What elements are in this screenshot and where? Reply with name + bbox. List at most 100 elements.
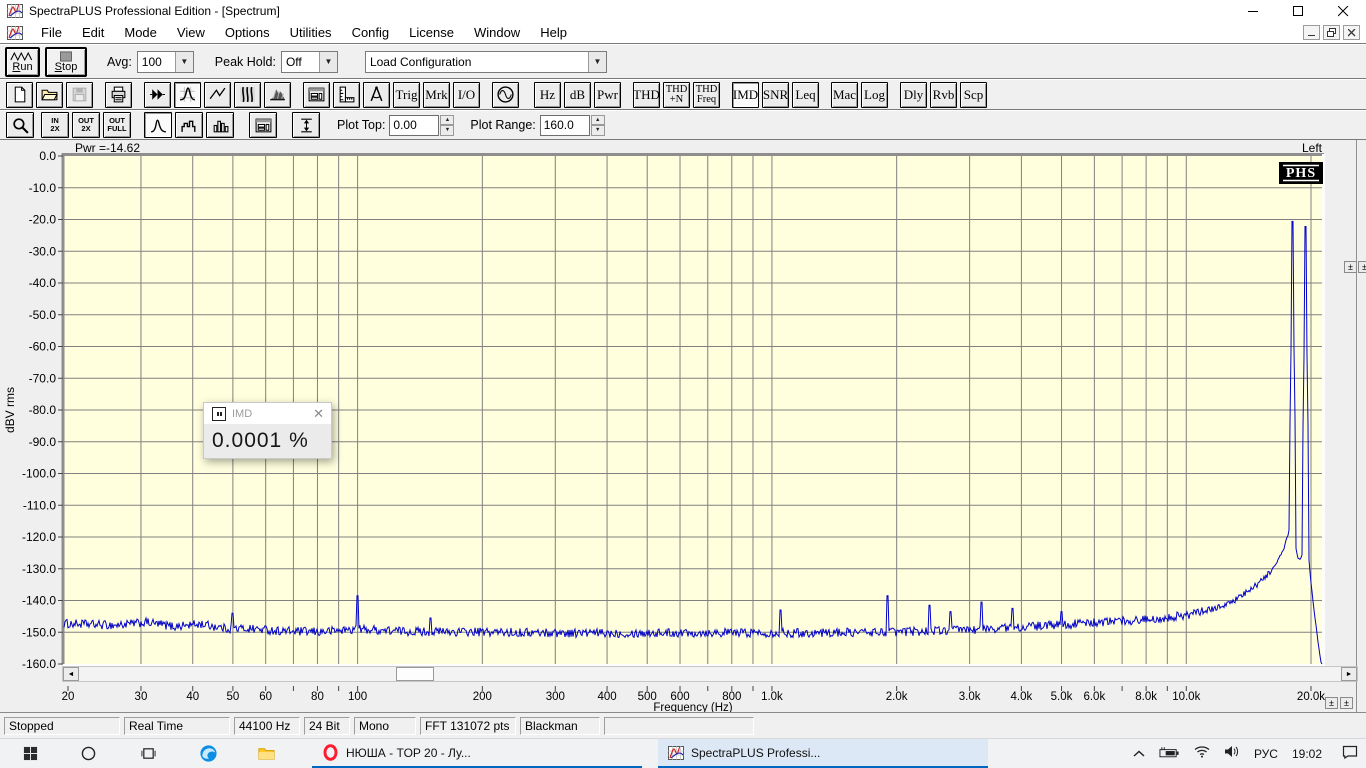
menu-item[interactable]: Mode bbox=[114, 23, 167, 42]
opera-icon bbox=[323, 744, 338, 761]
fast-forward-icon bbox=[150, 89, 165, 100]
avg-dropdown[interactable]: 100 ▼ bbox=[136, 50, 194, 73]
bar-plot-button[interactable] bbox=[206, 112, 234, 138]
zoom-plus-button[interactable]: ± bbox=[1325, 697, 1338, 709]
button-label: Mac bbox=[832, 86, 857, 102]
thd-freq-button[interactable]: THD Freq bbox=[693, 81, 720, 108]
speaker-icon[interactable] bbox=[1224, 745, 1240, 763]
stop-button[interactable]: Stop bbox=[45, 46, 87, 77]
action-center-icon[interactable] bbox=[1342, 745, 1358, 764]
display-options-button[interactable] bbox=[303, 81, 330, 108]
zoom-out-full-button[interactable]: OUT FULL bbox=[103, 112, 131, 138]
reverb-button[interactable]: Rvb bbox=[930, 81, 957, 108]
chevron-down-icon[interactable]: ▼ bbox=[174, 51, 193, 72]
splitter-plus-button[interactable]: ± bbox=[1358, 261, 1366, 273]
wifi-icon[interactable] bbox=[1194, 745, 1210, 763]
time-series-view-button[interactable] bbox=[204, 81, 231, 108]
leq-button[interactable]: Leq bbox=[792, 81, 819, 108]
load-configuration-dropdown[interactable]: Load Configuration ▼ bbox=[364, 50, 607, 73]
frequency-scrollbar[interactable]: ◄ ► bbox=[62, 666, 1358, 682]
thd-button[interactable]: THD bbox=[633, 81, 660, 108]
plot-top-input[interactable] bbox=[389, 114, 440, 136]
plot-range-input[interactable] bbox=[539, 114, 590, 136]
open-file-button[interactable] bbox=[36, 81, 63, 108]
minimize-button[interactable] bbox=[1231, 0, 1276, 22]
scope-button[interactable]: Scp bbox=[960, 81, 987, 108]
mdi-minimize-button[interactable] bbox=[1303, 25, 1320, 40]
mdi-window-controls bbox=[1303, 25, 1360, 40]
close-button[interactable] bbox=[1321, 0, 1366, 22]
taskbar-button-spectraplus[interactable]: SpectraPLUS Professi... bbox=[658, 739, 988, 768]
avg-label: Avg: bbox=[107, 54, 132, 69]
menu-item[interactable]: License bbox=[399, 23, 464, 42]
mdi-restore-button[interactable] bbox=[1323, 25, 1340, 40]
spin-up-icon[interactable]: ▲ bbox=[590, 114, 605, 125]
restart-average-button[interactable] bbox=[144, 81, 171, 108]
frequency-units-button[interactable]: Hz bbox=[534, 81, 561, 108]
snr-button[interactable]: SNR bbox=[762, 81, 789, 108]
menu-item[interactable]: Help bbox=[530, 23, 577, 42]
menu-item[interactable]: Window bbox=[464, 23, 530, 42]
signal-generator-button[interactable] bbox=[492, 81, 519, 108]
zoom-in-2x-button[interactable]: IN 2X bbox=[41, 112, 69, 138]
delay-button[interactable]: Dly bbox=[900, 81, 927, 108]
spectrum-view-button[interactable] bbox=[174, 81, 201, 108]
power-button[interactable]: Pwr bbox=[594, 81, 621, 108]
step-plot-button[interactable] bbox=[175, 112, 203, 138]
scroll-right-icon[interactable]: ► bbox=[1341, 667, 1357, 681]
scrollbar-thumb[interactable] bbox=[396, 667, 434, 681]
io-device-button[interactable]: I/O bbox=[453, 81, 480, 108]
zoom-minus-button[interactable]: ± bbox=[1340, 697, 1353, 709]
search-icon[interactable] bbox=[76, 742, 100, 766]
start-button[interactable] bbox=[18, 742, 42, 766]
vertical-range-button[interactable] bbox=[292, 112, 320, 138]
amplitude-units-button[interactable]: dB bbox=[564, 81, 591, 108]
battery-icon[interactable] bbox=[1159, 745, 1180, 763]
menu-item[interactable]: Config bbox=[342, 23, 400, 42]
maximize-button[interactable] bbox=[1276, 0, 1321, 22]
spin-down-icon[interactable]: ▼ bbox=[440, 125, 455, 136]
thd-n-button[interactable]: THD +N bbox=[663, 81, 690, 108]
markers-button[interactable]: Mrk bbox=[423, 81, 450, 108]
magnifier-icon bbox=[12, 117, 29, 134]
chevron-down-icon[interactable]: ▼ bbox=[587, 51, 606, 72]
imd-button[interactable]: IMD bbox=[732, 81, 759, 108]
macro-button[interactable]: Mac bbox=[831, 81, 858, 108]
splitter-plus-button[interactable]: ± bbox=[1344, 261, 1357, 273]
log-button[interactable]: Log bbox=[861, 81, 888, 108]
line-plot-button[interactable] bbox=[144, 112, 172, 138]
menu-item[interactable]: Edit bbox=[72, 23, 114, 42]
scroll-left-icon[interactable]: ◄ bbox=[63, 667, 79, 681]
print-button[interactable] bbox=[105, 81, 132, 108]
chevron-down-icon[interactable]: ▼ bbox=[318, 51, 337, 72]
run-button[interactable]: Run bbox=[5, 46, 40, 77]
trigger-button[interactable]: Trig bbox=[393, 81, 420, 108]
calibration-button[interactable] bbox=[363, 81, 390, 108]
menu-item[interactable]: View bbox=[167, 23, 215, 42]
task-view-button[interactable] bbox=[136, 742, 160, 766]
surface-view-button[interactable] bbox=[264, 81, 291, 108]
keyboard-language[interactable]: РУС bbox=[1254, 747, 1278, 761]
peak-hold-dropdown[interactable]: Off ▼ bbox=[280, 50, 338, 73]
mdi-close-button[interactable] bbox=[1343, 25, 1360, 40]
taskbar-button-opera[interactable]: НЮША - TOP 20 - Лу... bbox=[312, 739, 642, 768]
spectrogram-view-button[interactable] bbox=[234, 81, 261, 108]
zoom-out-2x-button[interactable]: OUT 2X bbox=[72, 112, 100, 138]
scaling-button[interactable] bbox=[333, 81, 360, 108]
menu-item[interactable]: Options bbox=[215, 23, 280, 42]
menu-item[interactable]: File bbox=[31, 23, 72, 42]
plot-options-button[interactable] bbox=[249, 112, 277, 138]
clock[interactable]: 19:02 bbox=[1292, 747, 1322, 761]
file-explorer-icon[interactable] bbox=[254, 742, 278, 766]
save-button[interactable] bbox=[66, 81, 93, 108]
new-file-button[interactable] bbox=[6, 81, 33, 108]
zoom-button[interactable] bbox=[6, 112, 34, 138]
edge-icon[interactable] bbox=[196, 742, 220, 766]
tray-chevron-icon[interactable] bbox=[1133, 745, 1145, 763]
x-axis-label: 50 bbox=[226, 691, 239, 703]
imd-window-titlebar[interactable]: IMD ✕ bbox=[204, 403, 331, 424]
spin-up-icon[interactable]: ▲ bbox=[440, 114, 455, 125]
spin-down-icon[interactable]: ▼ bbox=[590, 125, 605, 136]
menu-item[interactable]: Utilities bbox=[280, 23, 342, 42]
close-icon[interactable]: ✕ bbox=[313, 406, 324, 422]
